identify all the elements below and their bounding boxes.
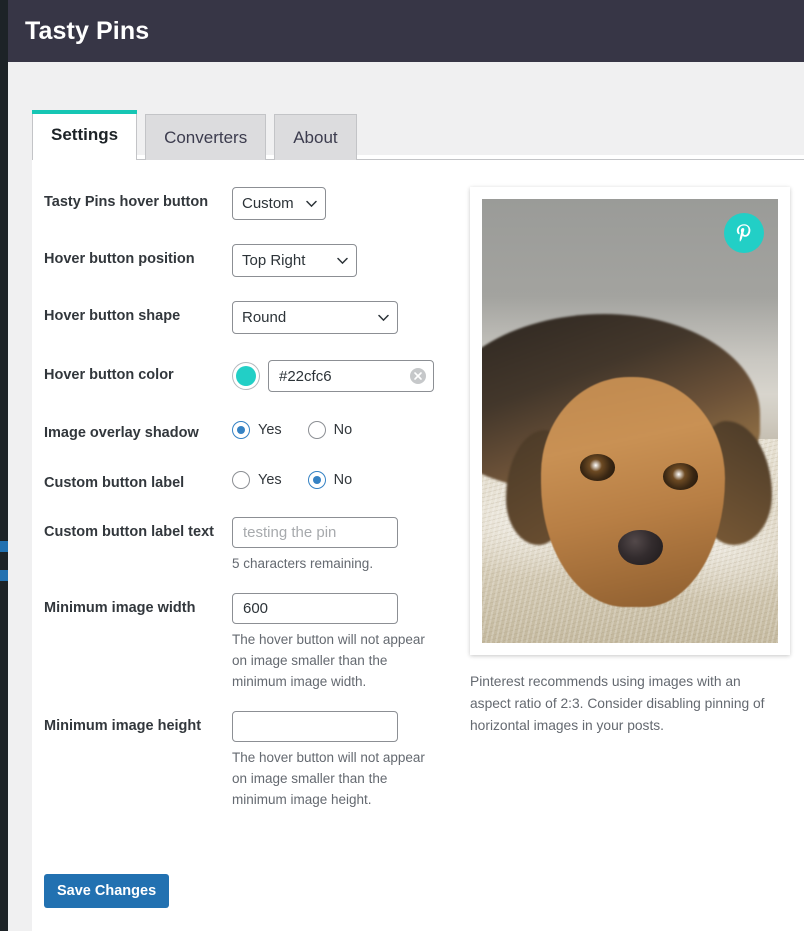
min-image-width-help: The hover button will not appear on imag…	[232, 632, 425, 689]
hover-position-select-wrap: Top Right	[232, 244, 357, 277]
tab-settings-label: Settings	[51, 125, 119, 144]
custom-button-label-text-input[interactable]	[232, 517, 398, 549]
color-input-wrap	[268, 360, 434, 392]
field-min-image-width: Minimum image width The hover button wil…	[44, 593, 464, 693]
radio-icon-selected	[307, 470, 326, 489]
clear-color-icon[interactable]	[410, 368, 426, 384]
tab-about-label: About	[293, 127, 338, 147]
admin-rail-marker-1[interactable]	[0, 541, 8, 552]
close-icon	[414, 372, 422, 380]
tab-converters-label: Converters	[164, 127, 248, 147]
overlay-shadow-no-label: No	[333, 422, 353, 438]
preview-photo-dog	[482, 199, 778, 643]
field-min-image-width-label: Minimum image width	[44, 600, 196, 617]
overlay-shadow-no[interactable]: No	[307, 421, 353, 439]
page-backdrop-left	[8, 62, 32, 931]
tab-bar: Settings Converters About	[32, 110, 365, 161]
field-hover-position: Hover button position Top Right	[44, 244, 464, 277]
field-hover-position-label: Hover button position	[44, 251, 195, 267]
preview-frame	[470, 187, 790, 655]
hover-position-select[interactable]: Top Right	[232, 244, 357, 277]
custom-button-label-radio-group: Yes No	[232, 468, 464, 489]
radio-icon-empty	[232, 470, 250, 489]
field-custom-button-label-text: Custom button label text 5 characters re…	[44, 517, 464, 571]
custom-button-label-no[interactable]: No	[307, 470, 353, 489]
image-preview-panel: Pinterest recommends using images with a…	[470, 187, 790, 736]
settings-form: Tasty Pins hover button Custom Hover but…	[44, 187, 464, 811]
custom-button-label-yes[interactable]: Yes	[232, 470, 282, 489]
hover-shape-select-wrap: Round	[232, 301, 398, 334]
field-min-image-height: Minimum image height The hover button wi…	[44, 710, 464, 811]
page-title: Tasty Pins	[25, 16, 150, 45]
field-hover-shape-label: Hover button shape	[44, 308, 181, 324]
tab-about[interactable]: About	[274, 114, 357, 160]
field-hover-color: Hover button color	[44, 360, 464, 392]
pinterest-icon	[736, 224, 751, 242]
radio-icon-empty	[307, 421, 326, 439]
color-picker-row	[232, 360, 464, 392]
min-image-height-help: The hover button will not appear on imag…	[232, 749, 425, 807]
hover-shape-select[interactable]: Round	[232, 301, 398, 334]
field-hover-button: Tasty Pins hover button Custom	[44, 187, 464, 220]
save-changes-button[interactable]: Save Changes	[44, 874, 170, 908]
tab-settings[interactable]: Settings	[32, 110, 138, 161]
color-swatch-button[interactable]	[232, 362, 260, 390]
overlay-shadow-radio-group: Yes No	[232, 418, 464, 439]
pinterest-hover-button[interactable]	[724, 213, 764, 253]
field-hover-color-label: Hover button color	[44, 367, 174, 383]
custom-button-label-yes-label: Yes	[258, 471, 282, 488]
photo-dog-nose	[618, 529, 663, 566]
field-custom-button-label-text-label: Custom button label text	[44, 524, 214, 541]
photo-dog-eye-right	[662, 463, 699, 490]
photo-dog-eye-left	[579, 454, 616, 481]
field-custom-button-label-label: Custom button label	[44, 474, 185, 491]
color-swatch-fill	[236, 366, 256, 386]
tab-converters[interactable]: Converters	[145, 114, 267, 160]
hover-button-select-wrap: Custom	[232, 187, 326, 220]
settings-panel: Tasty Pins hover button Custom Hover but…	[32, 159, 804, 931]
field-overlay-shadow-label: Image overlay shadow	[44, 425, 199, 441]
min-image-width-input[interactable]	[232, 593, 398, 625]
tasty-pins-settings-page: Tasty Pins Settings Converters About Tas…	[0, 0, 804, 931]
radio-icon-selected	[232, 421, 250, 439]
field-hover-button-label: Tasty Pins hover button	[44, 194, 209, 210]
photo-dog-head	[541, 376, 725, 608]
field-min-image-height-label: Minimum image height	[44, 717, 202, 734]
admin-rail-marker-2[interactable]	[0, 570, 8, 581]
preview-caption: Pinterest recommends using images with a…	[470, 674, 765, 733]
overlay-shadow-yes-label: Yes	[258, 422, 282, 438]
admin-sidebar-rail	[0, 0, 8, 931]
hover-button-select[interactable]: Custom	[232, 187, 326, 220]
field-custom-button-label: Custom button label Yes No	[44, 468, 464, 494]
min-image-height-input[interactable]	[232, 710, 398, 742]
character-counter: 5 characters remaining.	[232, 556, 374, 572]
field-overlay-shadow: Image overlay shadow Yes No	[44, 418, 464, 444]
custom-button-label-no-label: No	[333, 471, 353, 488]
brand-header: Tasty Pins	[8, 0, 804, 62]
overlay-shadow-yes[interactable]: Yes	[232, 421, 282, 439]
field-hover-shape: Hover button shape Round	[44, 301, 464, 334]
